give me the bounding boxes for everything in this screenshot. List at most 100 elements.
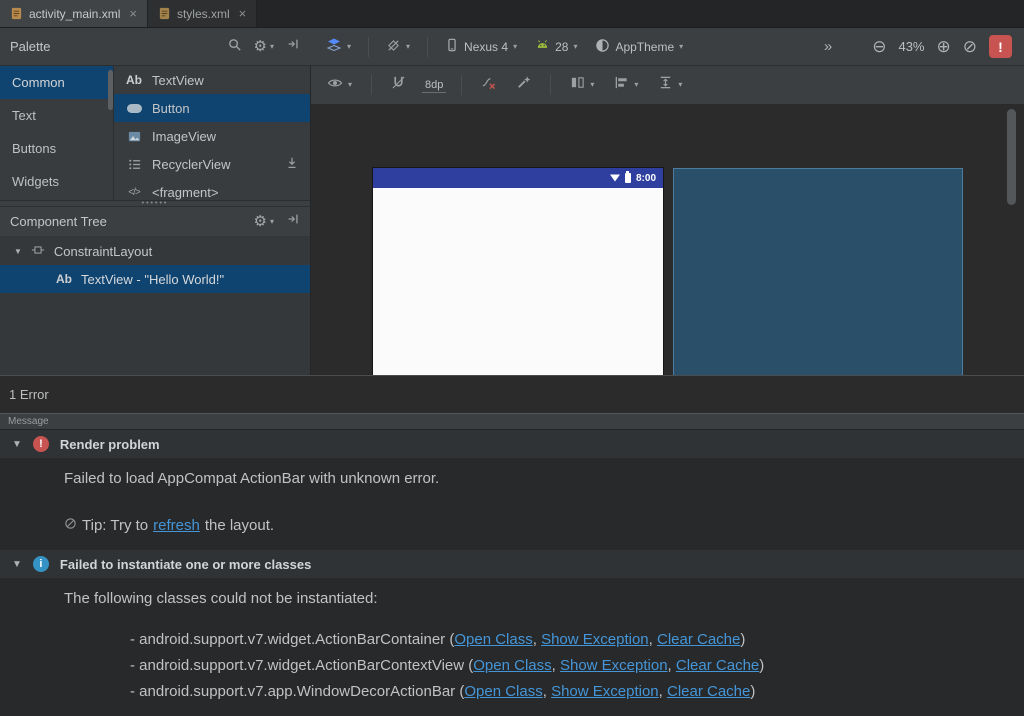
uninstantiable-class-row: - android.support.v7.app.WindowDecorActi… bbox=[130, 679, 1024, 705]
palette-item-fragment[interactable]: </> <fragment> bbox=[114, 178, 310, 200]
show-exception-link[interactable]: Show Exception bbox=[560, 657, 668, 674]
palette-category-widgets[interactable]: Widgets bbox=[0, 165, 113, 198]
close-paren-text: ) bbox=[750, 683, 756, 700]
clear-cache-link[interactable]: Clear Cache bbox=[667, 683, 750, 700]
class-name: - android.support.v7.widget.ActionBarCon… bbox=[130, 657, 474, 674]
tip-text: the layout. bbox=[204, 517, 275, 534]
panel-splitter[interactable]: •••••• bbox=[0, 200, 310, 207]
error-group-render-problem[interactable]: ▼ ! Render problem bbox=[0, 430, 1024, 458]
button-icon bbox=[125, 103, 143, 113]
palette-category-common[interactable]: Common bbox=[0, 66, 113, 99]
magic-wand-icon bbox=[516, 75, 531, 95]
refresh-link[interactable]: refresh bbox=[153, 517, 200, 534]
default-margin-chip[interactable]: 8dp bbox=[422, 78, 447, 93]
error-message: Failed to load AppCompat ActionBar with … bbox=[64, 470, 440, 487]
canvas-toolbar: ▾ 8dp ▾ ▾ ▾ bbox=[311, 66, 1024, 105]
infer-constraints-button[interactable] bbox=[512, 72, 535, 98]
open-class-link[interactable]: Open Class bbox=[473, 657, 551, 674]
palette-scrollbar[interactable] bbox=[108, 70, 113, 110]
design-preview[interactable]: 8:00 bbox=[373, 168, 663, 375]
render-errors-badge[interactable]: ! bbox=[989, 35, 1012, 58]
pack-icon bbox=[570, 75, 585, 95]
toolbar-overflow-chevron[interactable]: » bbox=[824, 38, 832, 55]
open-class-link[interactable]: Open Class bbox=[464, 683, 542, 700]
textview-icon: Ab bbox=[56, 272, 72, 286]
align-button[interactable]: ▾ bbox=[610, 72, 642, 98]
component-tree: ▼ ConstraintLayout Ab TextView - "Hello … bbox=[0, 237, 310, 375]
palette-item-textview[interactable]: Ab TextView bbox=[114, 66, 310, 94]
close-icon[interactable]: × bbox=[129, 7, 137, 20]
collapse-arrow-icon[interactable]: ▼ bbox=[12, 559, 22, 570]
palette-category-text[interactable]: Text bbox=[0, 99, 113, 132]
palette-options-button[interactable]: ⚙ ▾ bbox=[254, 39, 274, 54]
palette-item-imageview[interactable]: ImageView bbox=[114, 122, 310, 150]
preview-status-bar: 8:00 bbox=[373, 168, 663, 188]
zoom-level: 43% bbox=[898, 39, 925, 54]
pack-button[interactable]: ▾ bbox=[566, 72, 598, 98]
separator-text: , bbox=[551, 657, 560, 674]
api-level: 28 bbox=[555, 39, 569, 54]
zoom-out-button[interactable]: ⊖ bbox=[872, 38, 886, 55]
distribute-button[interactable]: ▾ bbox=[654, 72, 686, 98]
view-options-button[interactable]: ▾ bbox=[323, 72, 356, 99]
clear-constraints-icon bbox=[481, 75, 496, 95]
expand-arrow-icon[interactable]: ▼ bbox=[14, 247, 22, 256]
palette-item-recyclerview[interactable]: RecyclerView bbox=[114, 150, 310, 178]
separator-text: , bbox=[667, 657, 676, 674]
separator-text: , bbox=[542, 683, 552, 700]
zoom-to-fit-button[interactable]: ⊘ bbox=[963, 38, 977, 55]
render-problem-details: Failed to load AppCompat ActionBar with … bbox=[0, 458, 1024, 550]
class-name: - android.support.v7.app.WindowDecorActi… bbox=[130, 683, 465, 700]
chevron-down-icon: ▾ bbox=[679, 41, 684, 51]
tree-item-label: TextView - "Hello World!" bbox=[81, 271, 225, 287]
show-exception-link[interactable]: Show Exception bbox=[551, 683, 659, 700]
canvas-scrollbar[interactable] bbox=[1007, 109, 1016, 205]
error-icon: ! bbox=[32, 436, 49, 452]
palette-category-buttons[interactable]: Buttons bbox=[0, 132, 113, 165]
search-icon[interactable] bbox=[227, 37, 242, 57]
tree-options-button[interactable]: ⚙ ▾ bbox=[254, 214, 274, 229]
show-exception-link[interactable]: Show Exception bbox=[541, 631, 649, 648]
tree-item-constraintlayout[interactable]: ▼ ConstraintLayout bbox=[0, 237, 310, 265]
instantiate-intro: The following classes could not be insta… bbox=[64, 590, 378, 607]
tab-styles-xml[interactable]: styles.xml × bbox=[147, 0, 258, 27]
autoconnect-toggle[interactable] bbox=[387, 72, 410, 98]
theme-selector[interactable]: AppTheme ▾ bbox=[591, 35, 687, 59]
orientation-selector[interactable]: ▾ bbox=[382, 35, 414, 59]
component-tree-header: Component Tree ⚙ ▾ bbox=[0, 207, 310, 237]
palette-item-button[interactable]: Button bbox=[114, 94, 310, 122]
uninstantiable-class-row: - android.support.v7.widget.ActionBarCon… bbox=[130, 653, 1024, 679]
error-group-instantiate[interactable]: ▼ i Failed to instantiate one or more cl… bbox=[0, 550, 1024, 578]
collapse-arrow-icon[interactable]: ▼ bbox=[12, 439, 22, 450]
tree-item-textview[interactable]: Ab TextView - "Hello World!" bbox=[0, 265, 310, 293]
recyclerview-icon bbox=[125, 157, 143, 172]
layers-icon bbox=[326, 37, 342, 56]
battery-icon bbox=[624, 171, 631, 183]
tree-item-label: ConstraintLayout bbox=[53, 243, 153, 259]
message-column-header: Message bbox=[0, 413, 1024, 430]
separator-text: , bbox=[658, 683, 667, 700]
blueprint-preview[interactable] bbox=[673, 168, 963, 375]
phone-icon bbox=[445, 38, 459, 55]
clear-cache-link[interactable]: Clear Cache bbox=[657, 631, 740, 648]
zoom-in-button[interactable]: ⊕ bbox=[937, 38, 951, 55]
design-surface-selector[interactable]: ▾ bbox=[322, 34, 355, 59]
toolbar-separator bbox=[461, 75, 463, 95]
close-icon[interactable]: × bbox=[239, 7, 247, 20]
uninstantiable-class-row: - android.support.v7.widget.ActionBarCon… bbox=[130, 627, 1024, 653]
clear-cache-link[interactable]: Clear Cache bbox=[676, 657, 759, 674]
android-studio-layout-editor: activity_main.xml × styles.xml × Palette… bbox=[0, 0, 1024, 716]
tab-activity-main-xml[interactable]: activity_main.xml × bbox=[0, 0, 148, 27]
eye-icon bbox=[327, 75, 343, 96]
hide-panel-icon[interactable] bbox=[286, 212, 300, 231]
open-class-link[interactable]: Open Class bbox=[454, 631, 532, 648]
hide-panel-icon[interactable] bbox=[286, 37, 300, 56]
device-selector[interactable]: Nexus 4 ▾ bbox=[441, 35, 521, 58]
download-icon[interactable] bbox=[285, 156, 299, 173]
error-group-title: Failed to instantiate one or more classe… bbox=[59, 556, 312, 572]
clear-constraints-button[interactable] bbox=[477, 72, 500, 98]
api-level-selector[interactable]: 28 ▾ bbox=[531, 35, 581, 59]
palette-item-label: <fragment> bbox=[152, 184, 219, 200]
design-canvas[interactable]: 8:00 bbox=[311, 105, 1024, 375]
render-errors-panel: 1 Error Message ▼ ! Render problem Faile… bbox=[0, 375, 1024, 716]
